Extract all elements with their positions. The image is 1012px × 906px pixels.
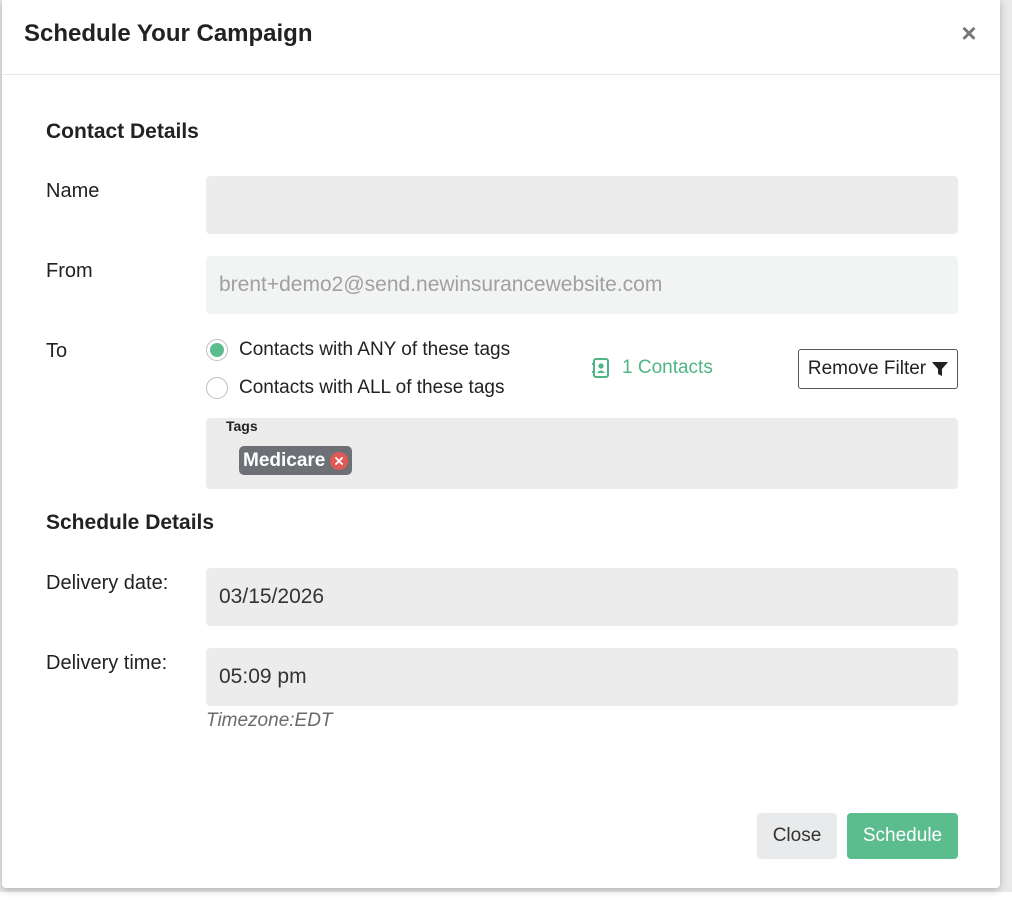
radio-any-tags[interactable]: Contacts with ANY of these tags xyxy=(206,337,510,363)
tags-caption: Tags xyxy=(226,418,258,434)
schedule-button[interactable]: Schedule xyxy=(847,813,958,859)
contacts-count-link[interactable]: 1 Contacts xyxy=(592,357,713,379)
timezone-note: Timezone:EDT xyxy=(206,710,333,731)
page-background xyxy=(0,892,1012,906)
radio-button[interactable] xyxy=(206,377,228,399)
close-icon[interactable]: × xyxy=(958,18,980,48)
address-book-icon xyxy=(592,358,609,378)
to-label: To xyxy=(46,340,68,362)
tag-label: Medicare xyxy=(243,449,326,471)
contact-details-heading: Contact Details xyxy=(46,120,199,143)
delivery-date-label: Delivery date: xyxy=(46,572,169,594)
schedule-campaign-modal: Schedule Your Campaign × Contact Details… xyxy=(2,0,1000,888)
radio-all-label: Contacts with ALL of these tags xyxy=(239,377,505,398)
radio-button-checked[interactable] xyxy=(206,339,228,361)
delivery-time-label: Delivery time: xyxy=(46,652,168,674)
radio-any-label: Contacts with ANY of these tags xyxy=(239,339,511,360)
delivery-date-input[interactable]: 03/15/2026 xyxy=(206,568,958,626)
modal-header: Schedule Your Campaign × xyxy=(2,0,1000,75)
from-label: From xyxy=(46,260,93,282)
name-label: Name xyxy=(46,180,100,202)
tag-chip: Medicare xyxy=(239,446,353,475)
remove-filter-button[interactable]: Remove Filter xyxy=(798,349,958,389)
remove-filter-label: Remove Filter xyxy=(807,358,927,379)
tag-remove-icon[interactable] xyxy=(330,451,349,470)
from-field: brent+demo2@send.newinsurancewebsite.com xyxy=(206,256,958,314)
contacts-count: 1 Contacts xyxy=(622,357,713,378)
close-button[interactable]: Close xyxy=(757,813,837,859)
schedule-details-heading: Schedule Details xyxy=(46,511,215,534)
name-input[interactable] xyxy=(206,176,958,234)
radio-all-tags[interactable]: Contacts with ALL of these tags xyxy=(206,375,504,401)
delivery-time-input[interactable]: 05:09 pm xyxy=(206,648,958,706)
modal-title: Schedule Your Campaign xyxy=(24,20,313,47)
tags-input[interactable]: Tags Medicare xyxy=(206,418,958,489)
filter-icon xyxy=(932,362,949,376)
